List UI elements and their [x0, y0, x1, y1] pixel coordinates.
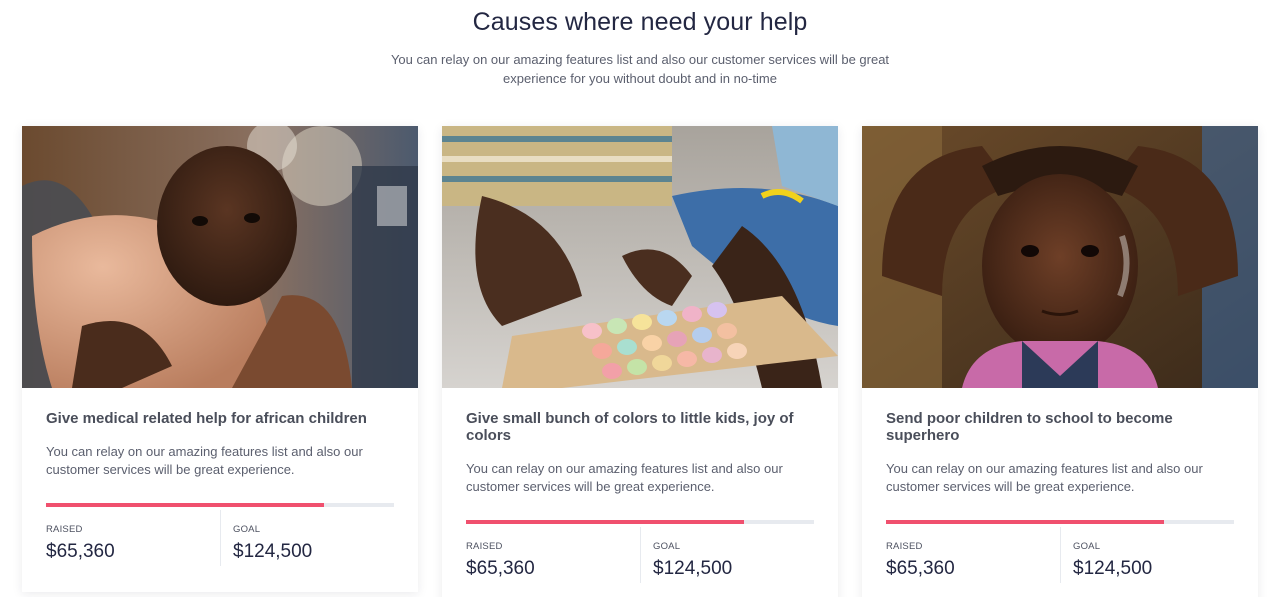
goal-value: $124,500 — [233, 541, 313, 562]
progress-bar — [46, 503, 394, 507]
section-subtitle: You can relay on our amazing features li… — [390, 52, 890, 86]
chalk-box-photo — [442, 126, 838, 388]
cause-title[interactable]: Send poor children to school to become s… — [886, 410, 1234, 444]
cause-card-school[interactable]: Send poor children to school to become s… — [862, 126, 1258, 597]
raised-label: RAISED — [886, 541, 923, 552]
goal-stat: GOAL $124,500 — [640, 527, 814, 583]
raised-value: $65,360 — [466, 558, 535, 579]
raised-stat: RAISED $65,360 — [46, 510, 220, 566]
progress-bar — [466, 520, 814, 524]
section-title: Causes where need your help — [472, 8, 808, 36]
goal-label: GOAL — [233, 524, 261, 535]
child-embrace-photo — [22, 126, 418, 388]
progress-bar — [886, 520, 1234, 524]
cause-title[interactable]: Give small bunch of colors to little kid… — [466, 410, 814, 444]
cause-title[interactable]: Give medical related help for african ch… — [46, 410, 394, 427]
raised-stat: RAISED $65,360 — [466, 527, 640, 583]
progress-fill — [466, 520, 745, 524]
goal-label: GOAL — [1073, 541, 1101, 552]
progress-fill — [886, 520, 1165, 524]
raised-label: RAISED — [466, 541, 503, 552]
cause-card-medical[interactable]: Give medical related help for african ch… — [22, 126, 418, 592]
goal-stat: GOAL $124,500 — [220, 510, 394, 566]
goal-value: $124,500 — [653, 558, 733, 579]
progress-fill — [46, 503, 325, 507]
goal-stat: GOAL $124,500 — [1060, 527, 1234, 583]
cause-description: You can relay on our amazing features li… — [46, 444, 363, 477]
raised-value: $65,360 — [886, 558, 955, 579]
causes-section: Causes where need your help You can rela… — [0, 0, 1280, 597]
raised-value: $65,360 — [46, 541, 115, 562]
cause-description: You can relay on our amazing features li… — [886, 461, 1203, 494]
cause-stats: RAISED $65,360 GOAL $124,500 — [886, 527, 1234, 583]
cause-photo — [22, 126, 418, 388]
cause-stats: RAISED $65,360 GOAL $124,500 — [46, 510, 394, 566]
cause-photo — [862, 126, 1258, 388]
cause-photo — [442, 126, 838, 388]
raised-label: RAISED — [46, 524, 83, 535]
boy-portrait-photo — [862, 126, 1258, 388]
cause-stats: RAISED $65,360 GOAL $124,500 — [466, 527, 814, 583]
cause-description: You can relay on our amazing features li… — [466, 461, 783, 494]
cause-card-colors[interactable]: Give small bunch of colors to little kid… — [442, 126, 838, 597]
goal-label: GOAL — [653, 541, 681, 552]
goal-value: $124,500 — [1073, 558, 1153, 579]
raised-stat: RAISED $65,360 — [886, 527, 1060, 583]
